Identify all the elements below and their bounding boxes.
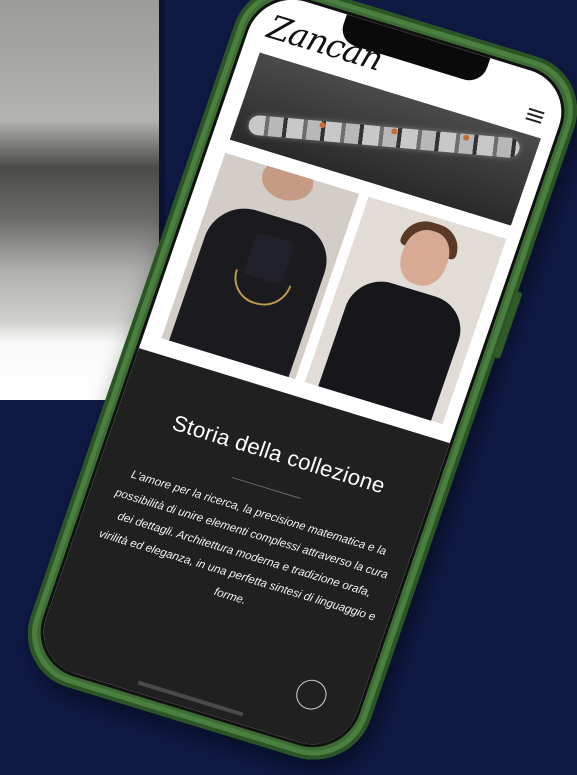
section-divider bbox=[231, 476, 301, 499]
model-figure bbox=[169, 198, 338, 378]
scroll-circle-icon[interactable] bbox=[292, 676, 331, 714]
model-figure bbox=[318, 272, 471, 421]
hamburger-menu-icon[interactable] bbox=[525, 107, 545, 124]
chain-bracelet-graphic bbox=[247, 114, 521, 159]
